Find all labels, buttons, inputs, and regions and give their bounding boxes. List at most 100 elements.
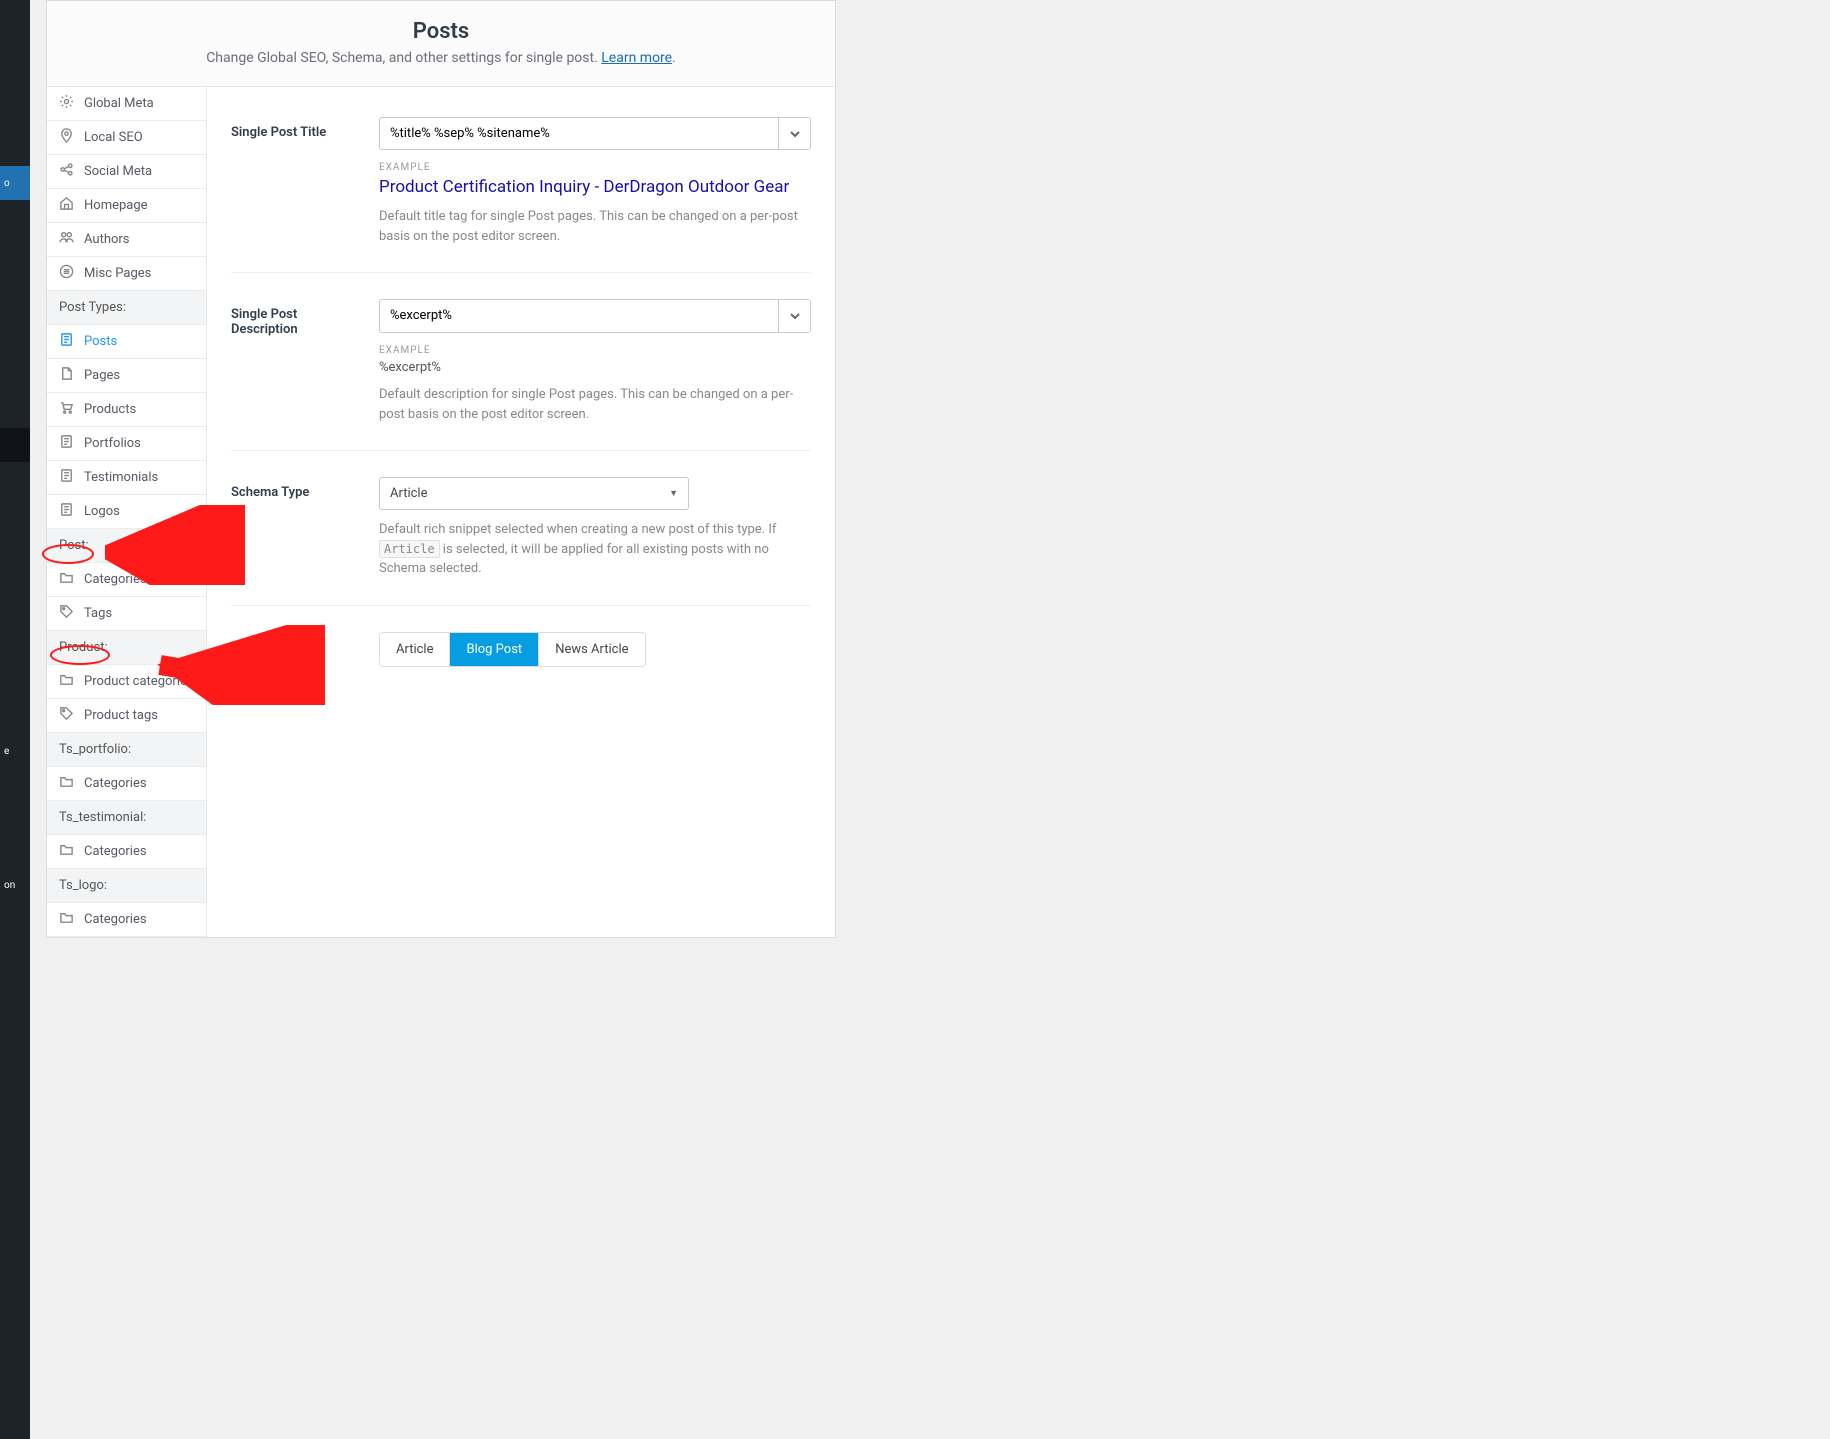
sidebar-item-label: Social Meta <box>84 164 152 179</box>
page-subtitle: Change Global SEO, Schema, and other set… <box>67 50 815 66</box>
home-icon <box>59 196 74 215</box>
sidebar-item-label: Authors <box>84 232 130 247</box>
field-help: Default description for single Post page… <box>379 385 811 424</box>
article-type-segmented: ArticleBlog PostNews Article <box>379 632 646 667</box>
sidebar-item-label: Categories <box>84 572 147 587</box>
pin-icon <box>59 128 74 147</box>
sidebar-item-label: Testimonials <box>84 470 158 485</box>
sidebar-item-logos[interactable]: Logos <box>47 495 206 529</box>
description-textarea[interactable]: %excerpt% <box>380 300 778 332</box>
folder-icon <box>59 842 74 861</box>
sidebar-item-authors[interactable]: Authors <box>47 223 206 257</box>
field-single-post-title: Single Post Title EXAMPLE Product Certif… <box>231 117 811 273</box>
sidebar-item-label: Tags <box>84 606 112 621</box>
field-label: Single Post Description <box>231 299 361 424</box>
wp-sidebar-item[interactable] <box>0 428 30 462</box>
sidebar-item-misc-pages[interactable]: Misc Pages <box>47 257 206 291</box>
main-content: Single Post Title EXAMPLE Product Certif… <box>207 87 835 937</box>
sidebar-section-header: Ts_portfolio: <box>47 733 206 767</box>
page-icon <box>59 366 74 385</box>
sidebar-section-header: Ts_testimonial: <box>47 801 206 835</box>
wp-sidebar-active-item[interactable]: o <box>0 166 30 200</box>
sidebar-item-categories[interactable]: Categories <box>47 767 206 801</box>
sidebar-item-pages[interactable]: Pages <box>47 359 206 393</box>
post-icon <box>59 434 74 453</box>
field-label: Single Post Title <box>231 117 361 246</box>
field-help: Default rich snippet selected when creat… <box>379 520 811 579</box>
sidebar-item-label: Global Meta <box>84 96 154 111</box>
sidebar-item-label: Categories <box>84 912 147 927</box>
sidebar-item-label: Posts <box>84 334 117 349</box>
sidebar-item-label: Categories <box>84 776 147 791</box>
sidebar-item-label: Product tags <box>84 708 158 723</box>
learn-more-link[interactable]: Learn more <box>601 50 672 66</box>
sidebar-item-label: Homepage <box>84 198 148 213</box>
sidebar-item-label: Categories <box>84 844 147 859</box>
field-article-type: Article Type ArticleBlog PostNews Articl… <box>231 632 811 693</box>
variable-dropdown-button[interactable] <box>778 118 810 149</box>
cart-icon <box>59 400 74 419</box>
sidebar-item-tags[interactable]: Tags <box>47 597 206 631</box>
sidebar-section-header: Post: <box>47 529 206 563</box>
tag-icon <box>59 706 74 725</box>
sidebar-item-posts[interactable]: Posts <box>47 325 206 359</box>
post-icon <box>59 468 74 487</box>
page-title: Posts <box>67 19 815 44</box>
sidebar-item-product-categories[interactable]: Product categories <box>47 665 206 699</box>
example-label: EXAMPLE <box>379 162 811 173</box>
sidebar-item-homepage[interactable]: Homepage <box>47 189 206 223</box>
sidebar-item-social-meta[interactable]: Social Meta <box>47 155 206 189</box>
title-input[interactable] <box>380 118 778 149</box>
field-label: Article Type <box>231 632 361 667</box>
example-preview-desc: %excerpt% <box>379 360 811 375</box>
wp-sidebar-item[interactable]: on <box>0 868 30 902</box>
sidebar-item-testimonials[interactable]: Testimonials <box>47 461 206 495</box>
side-navigation: Global Meta Local SEO Social Meta Homepage A… <box>47 87 207 937</box>
tag-icon <box>59 604 74 623</box>
sidebar-item-label: Products <box>84 402 136 417</box>
sidebar-section-header: Ts_logo: <box>47 869 206 903</box>
folder-icon <box>59 910 74 929</box>
sidebar-item-label: Pages <box>84 368 120 383</box>
sidebar-item-product-tags[interactable]: Product tags <box>47 699 206 733</box>
variable-dropdown-button[interactable] <box>778 300 810 332</box>
example-label: EXAMPLE <box>379 345 811 356</box>
users-icon <box>59 230 74 249</box>
article-type-option[interactable]: Blog Post <box>450 633 539 666</box>
wp-admin-sidebar: o e on <box>0 0 30 1439</box>
folder-icon <box>59 774 74 793</box>
sidebar-item-label: Misc Pages <box>84 266 151 281</box>
sidebar-item-local-seo[interactable]: Local SEO <box>47 121 206 155</box>
gear-icon <box>59 94 74 113</box>
example-preview-title: Product Certification Inquiry - DerDrago… <box>379 177 811 197</box>
sidebar-item-products[interactable]: Products <box>47 393 206 427</box>
post-icon <box>59 502 74 521</box>
sidebar-item-label: Portfolios <box>84 436 141 451</box>
description-input-group: %excerpt% <box>379 299 811 333</box>
sidebar-item-categories[interactable]: Categories <box>47 835 206 869</box>
sidebar-item-label: Local SEO <box>84 130 143 145</box>
article-type-option[interactable]: Article <box>380 633 450 666</box>
schema-type-select[interactable]: Article ▼ <box>379 477 689 510</box>
sidebar-item-categories[interactable]: Categories <box>47 563 206 597</box>
chevron-down-icon: ▼ <box>669 488 678 499</box>
sidebar-item-label: Logos <box>84 504 120 519</box>
article-type-option[interactable]: News Article <box>539 633 644 666</box>
sidebar-section-header: Post Types: <box>47 291 206 325</box>
field-label: Schema Type <box>231 477 361 579</box>
share-icon <box>59 162 74 181</box>
field-help: Default title tag for single Post pages.… <box>379 207 811 246</box>
wp-sidebar-item[interactable]: e <box>0 734 30 768</box>
field-single-post-description: Single Post Description %excerpt% EXAMPL… <box>231 299 811 451</box>
page-header: Posts Change Global SEO, Schema, and oth… <box>47 1 835 87</box>
sidebar-item-portfolios[interactable]: Portfolios <box>47 427 206 461</box>
lines-icon <box>59 264 74 283</box>
settings-panel: Posts Change Global SEO, Schema, and oth… <box>46 0 836 938</box>
field-schema-type: Schema Type Article ▼ Default rich snipp… <box>231 477 811 606</box>
sidebar-item-label: Product categories <box>84 674 194 689</box>
sidebar-item-categories[interactable]: Categories <box>47 903 206 937</box>
sidebar-section-header: Product: <box>47 631 206 665</box>
sidebar-item-global-meta[interactable]: Global Meta <box>47 87 206 121</box>
title-input-group <box>379 117 811 150</box>
folder-icon <box>59 672 74 691</box>
